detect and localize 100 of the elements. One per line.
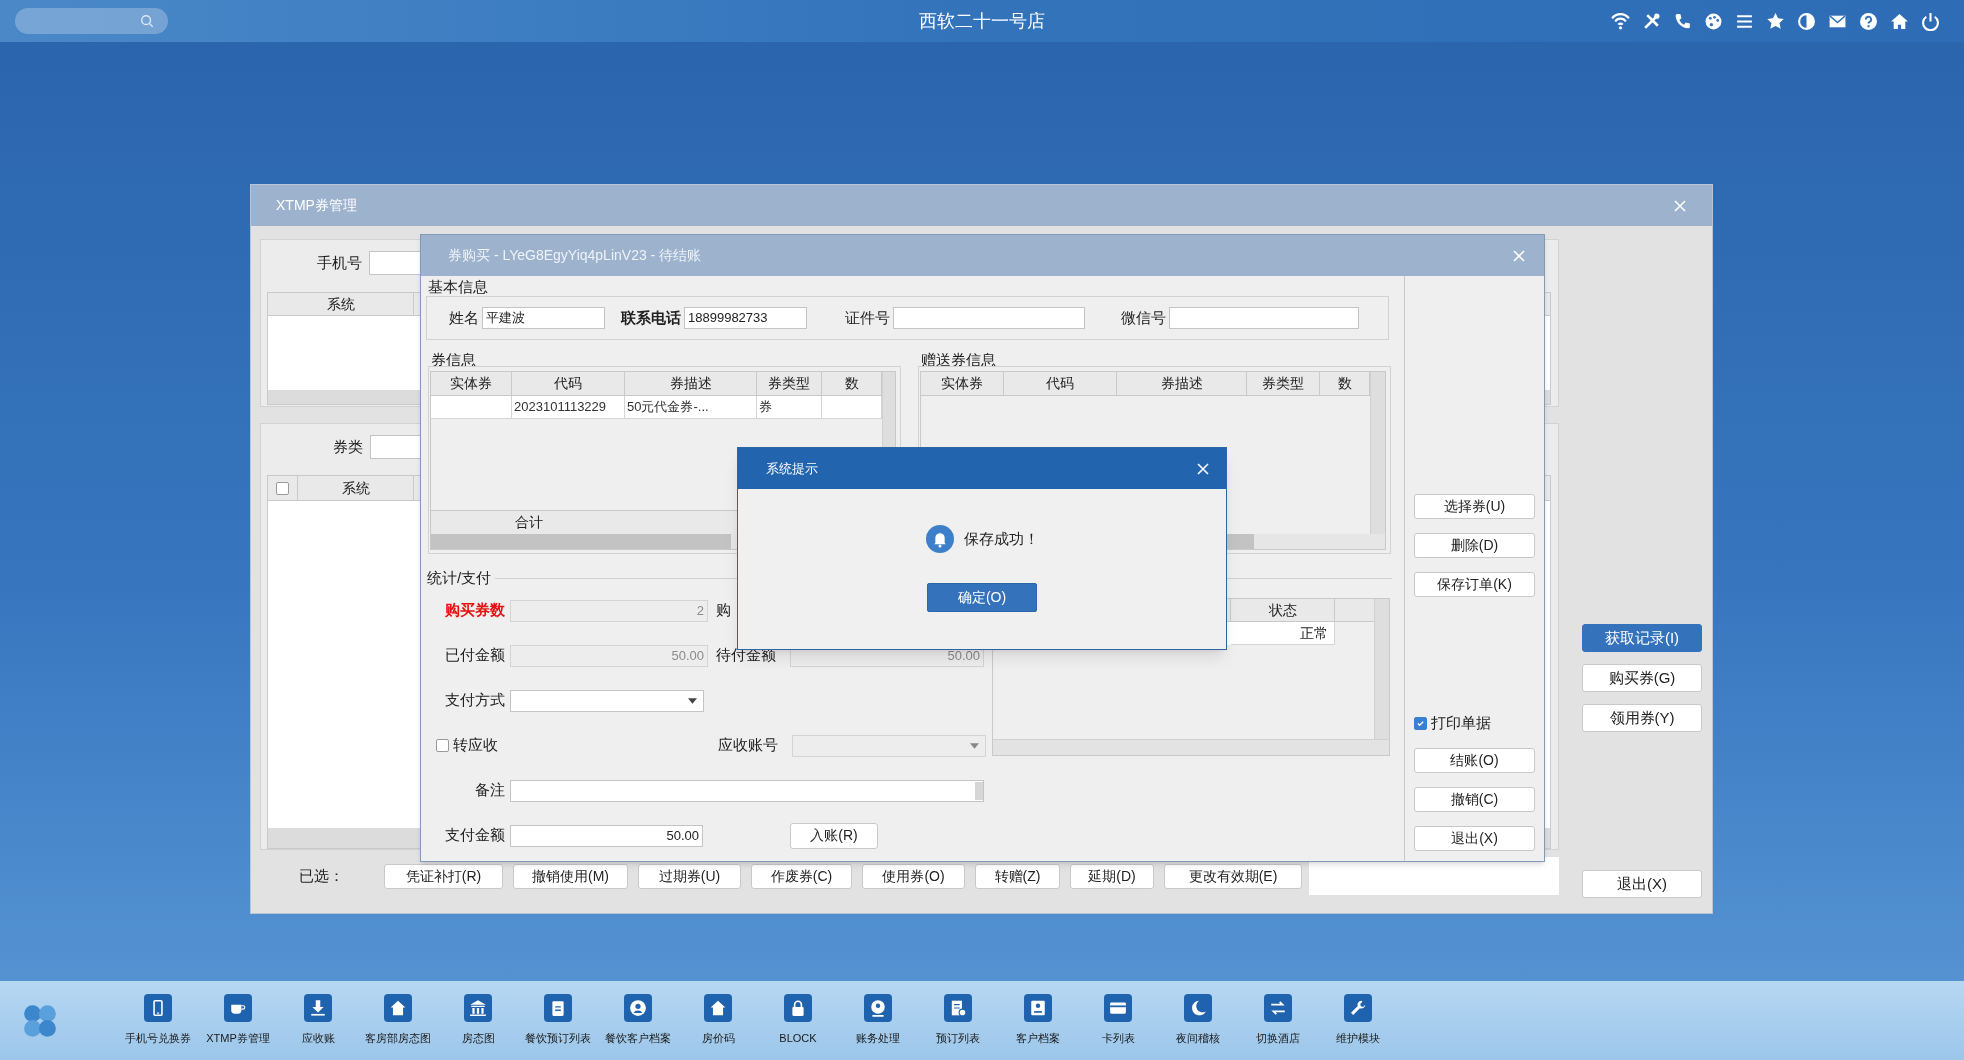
app-label[interactable]: 夜间稽核	[1176, 1030, 1220, 1047]
app-tile[interactable]	[624, 994, 652, 1023]
wifi-icon[interactable]	[1611, 11, 1630, 31]
app-tile[interactable]	[144, 994, 172, 1023]
app-tile[interactable]	[1104, 994, 1132, 1023]
app-label[interactable]: 手机号兑换券	[125, 1030, 191, 1047]
bank-icon	[469, 999, 487, 1018]
person-icon	[869, 999, 887, 1018]
power-icon[interactable]	[1921, 11, 1940, 31]
button[interactable]: 撤销(C)	[1414, 787, 1535, 812]
swap-icon	[1269, 999, 1287, 1018]
button[interactable]: 结账(O)	[1414, 748, 1535, 773]
button[interactable]: 撤销使用(M)	[513, 863, 628, 889]
checkbox[interactable]	[276, 481, 289, 495]
input-field[interactable]	[1169, 307, 1359, 329]
input-field[interactable]: 18899982733	[684, 307, 807, 329]
button[interactable]: 保存订单(K)	[1414, 572, 1535, 597]
app-label[interactable]: 房态图	[461, 1030, 495, 1047]
checkbox[interactable]	[436, 739, 449, 752]
scrollbar[interactable]	[1374, 599, 1389, 739]
button[interactable]: 退出(X)	[1414, 826, 1535, 851]
app-label[interactable]: 客户档案	[1016, 1030, 1060, 1047]
wrench-icon	[1349, 999, 1367, 1018]
button[interactable]: 入账(R)	[790, 822, 878, 849]
app-label[interactable]: 维护模块	[1336, 1030, 1380, 1047]
checkbox[interactable]	[1414, 716, 1427, 730]
phone-icon[interactable]	[1673, 11, 1692, 31]
app-tile[interactable]	[1264, 994, 1292, 1023]
search-field[interactable]	[15, 8, 168, 34]
field-label: 支付金额	[444, 825, 505, 846]
field-label: 购买券数	[444, 600, 505, 621]
button[interactable]: 更改有效期(E)	[1164, 863, 1302, 889]
home-icon[interactable]	[1890, 11, 1909, 31]
app-label[interactable]: BLOCK	[779, 1030, 817, 1047]
button[interactable]: 延期(D)	[1070, 863, 1154, 889]
button[interactable]: 使用券(O)	[862, 863, 965, 889]
column-header[interactable]: 实体券	[431, 372, 512, 395]
app-tile[interactable]	[864, 994, 892, 1023]
window-title: 券购买 - LYeG8EgyYiq4pLinV23 - 待结账	[448, 246, 702, 265]
button[interactable]: 删除(D)	[1414, 533, 1535, 558]
button[interactable]: 退出(X)	[1582, 870, 1702, 898]
help-icon[interactable]	[1859, 11, 1878, 31]
column-header[interactable]: 券类型	[757, 372, 822, 395]
app-label[interactable]: 账务处理	[856, 1030, 900, 1047]
contrast-icon[interactable]	[1797, 11, 1816, 31]
button[interactable]: 领用券(Y)	[1582, 704, 1702, 732]
app-tile[interactable]	[304, 994, 332, 1023]
column-header[interactable]: 券描述	[625, 372, 757, 395]
column-header[interactable]: 实体券	[921, 372, 1004, 395]
ok-button[interactable]: 确定(O)	[927, 583, 1037, 612]
app-tile[interactable]	[1184, 994, 1212, 1023]
button[interactable]: 凭证补打(R)	[384, 863, 503, 889]
app-tile[interactable]	[544, 994, 572, 1023]
scrollbar[interactable]	[975, 781, 983, 800]
total-label: 合计	[515, 513, 543, 532]
input-field[interactable]: 平建波	[482, 307, 605, 329]
button[interactable]: 获取记录(I)	[1582, 624, 1702, 652]
app-label[interactable]: 卡列表	[1101, 1030, 1135, 1047]
input-field[interactable]	[893, 307, 1085, 329]
app-label[interactable]: 餐饮预订列表	[525, 1030, 591, 1047]
app-label[interactable]: 客房部房态图	[365, 1030, 431, 1047]
button[interactable]: 选择券(U)	[1414, 494, 1535, 519]
button[interactable]: 作废券(C)	[751, 863, 852, 889]
app-tile[interactable]	[464, 994, 492, 1023]
scrollbar[interactable]	[1370, 372, 1385, 534]
column-header[interactable]: 系统	[268, 293, 414, 315]
app-tile[interactable]	[1344, 994, 1372, 1023]
column-header[interactable]: 券类型	[1247, 372, 1320, 395]
palette-icon[interactable]	[1704, 11, 1723, 31]
dropdown-arrow-icon[interactable]	[688, 697, 697, 704]
app-label[interactable]: 房价码	[701, 1030, 735, 1047]
button[interactable]: 购买券(G)	[1582, 664, 1702, 692]
field-label: 姓名	[449, 307, 479, 328]
field-label: 备注	[474, 780, 505, 801]
tools-icon[interactable]	[1642, 11, 1661, 31]
app-label[interactable]: 应收账	[301, 1030, 335, 1047]
star-icon[interactable]	[1766, 11, 1785, 31]
table-cell: 50元代金券-...	[625, 396, 757, 418]
app-tile[interactable]	[784, 994, 812, 1023]
input-field[interactable]	[510, 779, 984, 802]
column-header[interactable]: 代码	[512, 372, 625, 395]
app-label[interactable]: 切换酒店	[1256, 1030, 1300, 1047]
app-tile[interactable]	[1024, 994, 1052, 1023]
button[interactable]: 过期券(U)	[638, 863, 741, 889]
app-tile[interactable]	[224, 994, 252, 1023]
input-field[interactable]: 50.00	[510, 824, 703, 847]
app-tile[interactable]	[704, 994, 732, 1023]
column-header[interactable]: 系统	[298, 476, 414, 500]
input-field[interactable]	[510, 689, 704, 712]
close-icon[interactable]	[1196, 461, 1210, 476]
app-tile[interactable]	[384, 994, 412, 1023]
scrollbar[interactable]	[993, 739, 1389, 755]
button[interactable]: 转赠(Z)	[975, 863, 1060, 889]
input-field[interactable]	[792, 734, 986, 757]
column-header[interactable]: 代码	[1004, 372, 1117, 395]
app-tile[interactable]	[944, 994, 972, 1023]
app-label[interactable]: 预订列表	[936, 1030, 980, 1047]
app-label[interactable]: XTMP券管理	[206, 1030, 270, 1047]
column-header[interactable]: 券描述	[1117, 372, 1247, 395]
app-label[interactable]: 餐饮客户档案	[605, 1030, 671, 1047]
